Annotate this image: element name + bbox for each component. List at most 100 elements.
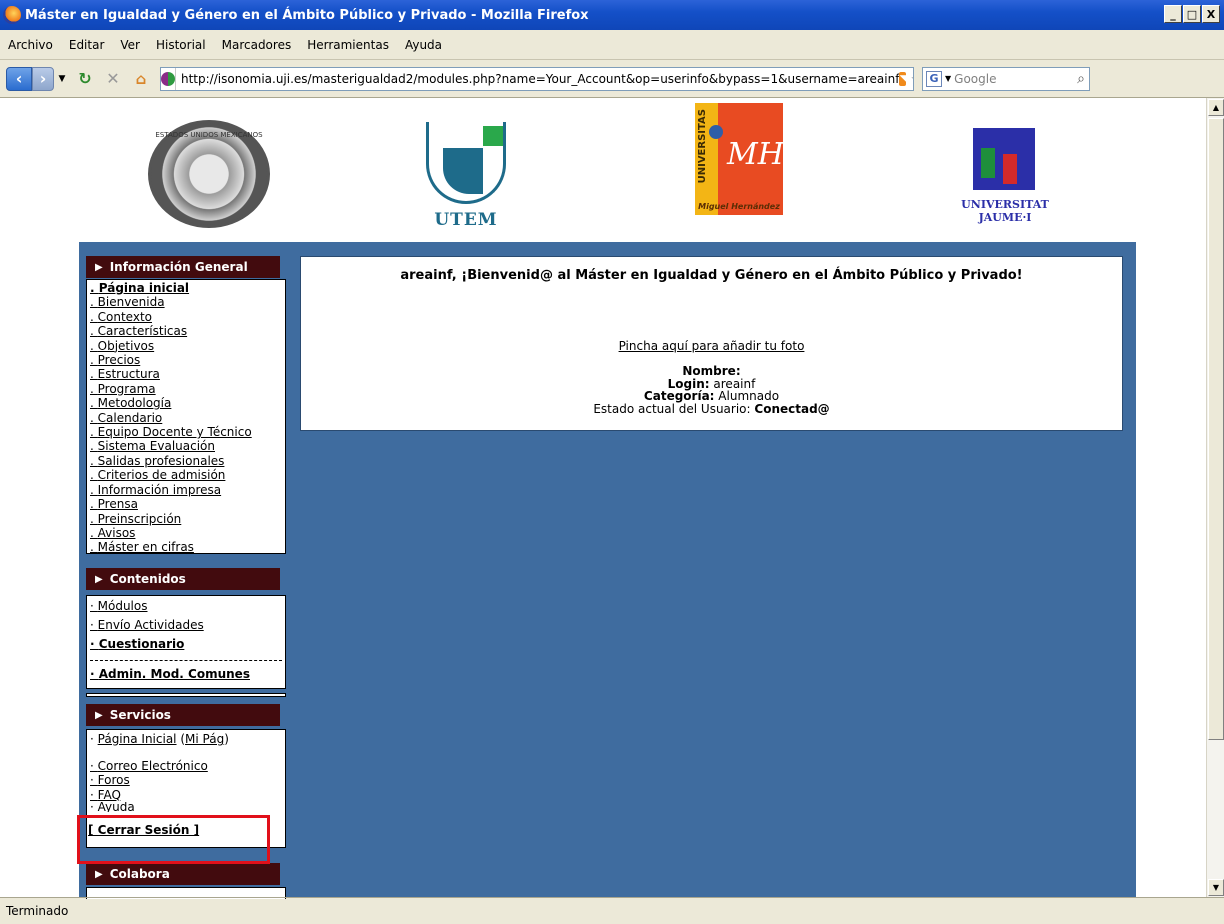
menu-ver[interactable]: Ver (112, 38, 148, 52)
scrollbar-thumb[interactable] (1208, 118, 1224, 740)
servicios-item-foros[interactable]: Foros (90, 773, 282, 787)
back-button[interactable]: ‹ (6, 66, 32, 91)
scroll-down-icon[interactable]: ▼ (1208, 879, 1224, 896)
contenidos-item-modulos[interactable]: Módulos (90, 597, 282, 616)
colabora-header: ▶ Colabora (86, 863, 280, 885)
sidebar-item-estructura[interactable]: Estructura (90, 367, 282, 381)
site-identity-icon[interactable] (161, 67, 176, 90)
sidebar-item-avisos[interactable]: Avisos (90, 526, 282, 540)
header-arrow-icon: ▶ (95, 261, 103, 273)
window-controls: _ □ X (1164, 5, 1220, 23)
scroll-up-icon[interactable]: ▲ (1208, 99, 1224, 116)
sidebar-item-objetivos[interactable]: Objetivos (90, 339, 282, 353)
close-button[interactable]: X (1202, 5, 1220, 23)
sidebar-item-master-cifras[interactable]: Máster en cifras (90, 540, 282, 554)
umh-logo: UNIVERSITAS MH Miguel Hernández (695, 103, 784, 215)
contenidos-divider (90, 660, 282, 661)
header-arrow-icon: ▶ (95, 868, 103, 880)
user-details: Nombre: Login: areainf Categoría: Alumna… (301, 365, 1122, 415)
history-dropdown-icon[interactable]: ▼ (56, 67, 68, 91)
menu-editar[interactable]: Editar (61, 38, 113, 52)
estado-value: Conectad@ (754, 401, 830, 416)
sidebar-item-preinscripcion[interactable]: Preinscripción (90, 512, 282, 526)
search-bar[interactable]: G ▼ Google ⌕ (922, 66, 1090, 91)
servicios-item-correo[interactable]: Correo Electrónico (90, 759, 282, 773)
mexico-seal-logo: ESTADOS UNIDOS MEXICANOS (148, 120, 270, 228)
contenidos-item-envio-actividades[interactable]: Envío Actividades (90, 616, 282, 635)
contenidos-list: Módulos Envío Actividades Cuestionario A… (86, 595, 286, 689)
sidebar-item-bienvenida[interactable]: Bienvenida (90, 295, 282, 309)
info-general-title: Información General (109, 260, 248, 274)
seal-text: ESTADOS UNIDOS MEXICANOS (155, 131, 263, 139)
umh-vertical-text: UNIVERSITAS (697, 109, 708, 184)
servicios-header: ▶ Servicios (86, 704, 280, 726)
sidebar-item-salidas-profesionales[interactable]: Salidas profesionales (90, 454, 282, 468)
servicios-item-ayuda[interactable]: Ayuda (90, 802, 282, 812)
sidebar-item-programa[interactable]: Programa (90, 382, 282, 396)
uji-emblem-icon (973, 128, 1035, 190)
colabora-title: Colabora (109, 867, 170, 881)
servicios-home-row: · Página Inicial (Mi Pág) (90, 732, 229, 746)
uji-name: UNIVERSITAT JAUME·I (955, 198, 1055, 224)
servicios-item-mi-pag[interactable]: Mi Pág (185, 732, 224, 746)
menu-herramientas[interactable]: Herramientas (299, 38, 397, 52)
minimize-button[interactable]: _ (1164, 5, 1182, 23)
add-photo-link[interactable]: Pincha aquí para añadir tu foto (301, 339, 1122, 353)
utem-shield-icon (426, 122, 506, 204)
sidebar-item-sistema-evaluacion[interactable]: Sistema Evaluación (90, 439, 282, 453)
contenidos-item-cuestionario[interactable]: Cuestionario (90, 635, 282, 654)
servicios-item-faq[interactable]: FAQ (90, 788, 282, 802)
sidebar-item-contexto[interactable]: Contexto (90, 310, 282, 324)
sidebar-item-equipo-docente[interactable]: Equipo Docente y Técnico (90, 425, 282, 439)
maximize-button[interactable]: □ (1183, 5, 1201, 23)
engine-dropdown-icon[interactable]: ▼ (945, 74, 951, 83)
sidebar-item-metodologia[interactable]: Metodología (90, 396, 282, 410)
contenidos-item-admin-mod-comunes[interactable]: Admin. Mod. Comunes (90, 665, 282, 684)
sidebar-item-caracteristicas[interactable]: Características (90, 324, 282, 338)
sidebar-item-prensa[interactable]: Prensa (90, 497, 282, 511)
url-text[interactable]: http://isonomia.uji.es/masterigualdad2/m… (176, 72, 899, 86)
contenidos-menu (86, 693, 286, 697)
forward-button[interactable]: › (32, 66, 54, 91)
menu-ayuda[interactable]: Ayuda (397, 38, 450, 52)
estado-label: Estado actual del Usuario: (593, 401, 751, 416)
header-arrow-icon: ▶ (95, 573, 103, 585)
rss-feed-icon[interactable]: ◥ (899, 71, 907, 86)
utem-logo: UTEM (418, 122, 514, 230)
welcome-message: areainf, ¡Bienvenid@ al Máster en Iguald… (400, 268, 1023, 283)
sidebar-item-informacion-impresa[interactable]: Información impresa (90, 483, 282, 497)
sidebar-item-pagina-inicial[interactable]: Página inicial (90, 281, 282, 295)
navigation-toolbar: ‹ › ▼ ↻ ✕ ⌂ http://isonomia.uji.es/maste… (0, 60, 1224, 98)
menu-marcadores[interactable]: Marcadores (214, 38, 300, 52)
sidebar-item-precios[interactable]: Precios (90, 353, 282, 367)
reload-icon[interactable]: ↻ (74, 67, 96, 91)
sidebar-item-calendario[interactable]: Calendario (90, 411, 282, 425)
logout-highlight-box (77, 815, 270, 864)
menu-bar: Archivo Editar Ver Historial Marcadores … (0, 30, 1224, 60)
home-icon[interactable]: ⌂ (130, 67, 152, 91)
window-title-bar[interactable]: Máster en Igualdad y Género en el Ámbito… (0, 0, 1224, 30)
sidebar-item-criterios-admision[interactable]: Criterios de admisión (90, 468, 282, 482)
bookmark-star-icon[interactable]: ☆ (910, 70, 913, 88)
menu-historial[interactable]: Historial (148, 38, 214, 52)
servicios-item-pagina-inicial[interactable]: Página Inicial (98, 732, 177, 746)
servicios-title: Servicios (109, 708, 171, 722)
uji-name-line1: UNIVERSITAT (961, 198, 1049, 211)
firefox-icon (3, 6, 21, 24)
umh-name: Miguel Hernández (698, 202, 780, 211)
address-bar[interactable]: http://isonomia.uji.es/masterigualdad2/m… (160, 66, 914, 91)
search-placeholder[interactable]: Google (954, 72, 996, 86)
status-bar: Terminado (0, 897, 1224, 924)
google-engine-icon[interactable]: G (926, 70, 942, 87)
menu-archivo[interactable]: Archivo (0, 38, 61, 52)
window-title: Máster en Igualdad y Género en el Ámbito… (25, 7, 589, 23)
vertical-scrollbar[interactable]: ▲ ▼ (1206, 98, 1224, 897)
status-text: Terminado (6, 904, 69, 918)
umh-ball-icon (709, 125, 723, 139)
header-arrow-icon: ▶ (95, 709, 103, 721)
umh-mark: MH (727, 137, 784, 172)
search-icon[interactable]: ⌕ (1077, 71, 1085, 87)
stop-icon[interactable]: ✕ (102, 67, 124, 91)
uji-logo: UNIVERSITAT JAUME·I (955, 128, 1055, 228)
info-general-header: ▶ Información General (86, 256, 280, 278)
